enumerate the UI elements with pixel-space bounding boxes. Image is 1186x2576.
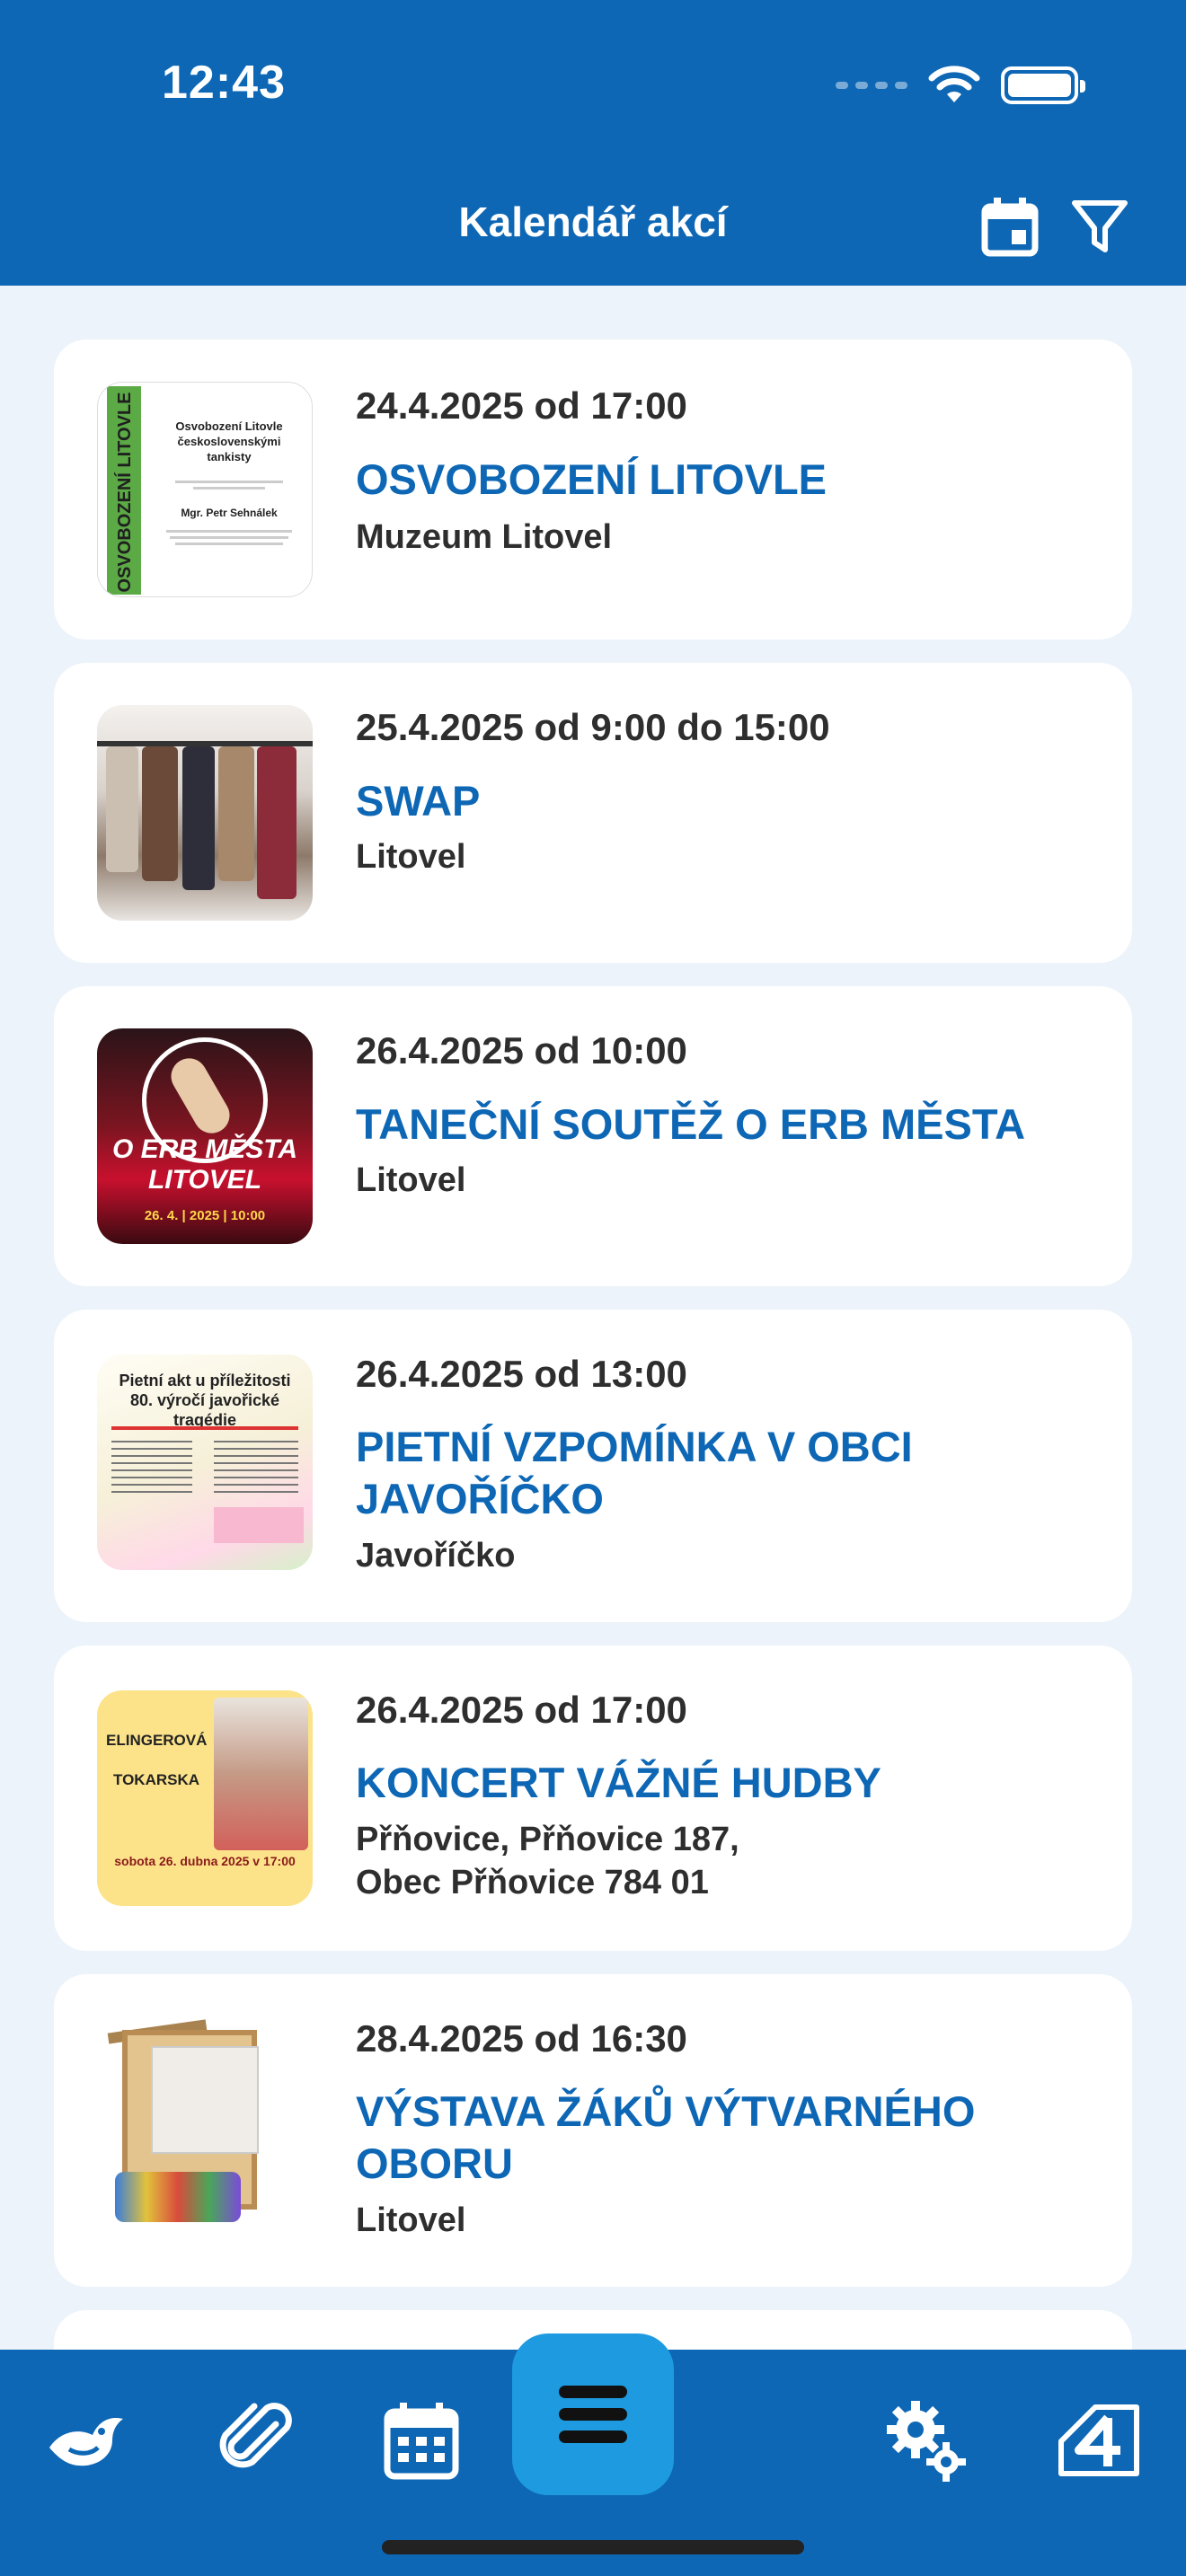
event-thumbnail: OSVOBOZENÍ LITOVLE Osvobození Litovle če…	[97, 382, 313, 597]
tab-calendar[interactable]	[372, 2391, 471, 2490]
wifi-icon	[928, 66, 980, 102]
event-title: KONCERT VÁŽNÉ HUDBY	[356, 1759, 881, 1806]
tab-four[interactable]	[1049, 2391, 1148, 2490]
event-date: 28.4.2025 od 16:30	[356, 2017, 687, 2060]
status-time: 12:43	[162, 57, 286, 109]
event-thumbnail: Pietní akt u příležitosti 80. výročí jav…	[97, 1354, 313, 1570]
event-card[interactable]: OSVOBOZENÍ LITOVLE Osvobození Litovle če…	[54, 340, 1132, 640]
event-place: Přňovice, Přňovice 187, Obec Přňovice 78…	[356, 1821, 739, 1901]
event-date: 24.4.2025 od 17:00	[356, 384, 687, 427]
event-date: 26.4.2025 od 13:00	[356, 1353, 687, 1395]
bird-logo-icon	[49, 2417, 123, 2466]
menu-button[interactable]	[512, 2333, 674, 2495]
event-title: SWAP	[356, 777, 481, 825]
event-card[interactable]: 28.4.2025 od 16:30 VÝSTAVA ŽÁKŮ VÝTVARNÉ…	[54, 1974, 1132, 2287]
four-logo-icon	[1058, 2404, 1139, 2476]
thumb-side-text: OSVOBOZENÍ LITOVLE	[115, 392, 135, 593]
event-date: 26.4.2025 od 10:00	[356, 1029, 687, 1072]
event-card[interactable]: 25.4.2025 od 9:00 do 15:00 SWAP Litovel	[54, 663, 1132, 963]
event-place: Javoříčko	[356, 1537, 516, 1575]
signal-icon	[836, 82, 907, 89]
event-title: PIETNÍ VZPOMÍNKA V OBCI JAVOŘÍČKO	[356, 1423, 913, 1522]
event-title: TANEČNÍ SOUTĚŽ O ERB MĚSTA	[356, 1100, 1026, 1148]
event-date: 25.4.2025 od 9:00 do 15:00	[356, 706, 830, 748]
battery-icon	[1001, 66, 1085, 104]
status-icons	[836, 65, 1085, 106]
event-card[interactable]: ELINGEROVÁ TOKARSKA sobota 26. dubna 202…	[54, 1645, 1132, 1951]
tab-attachments[interactable]	[207, 2391, 305, 2490]
event-thumbnail	[97, 2019, 313, 2235]
event-card[interactable]: O ERB MĚSTA LITOVEL 26. 4. | 2025 | 10:0…	[54, 986, 1132, 1286]
event-thumbnail: ELINGEROVÁ TOKARSKA sobota 26. dubna 202…	[97, 1690, 313, 1906]
event-card[interactable]: Pietní akt u příležitosti 80. výročí jav…	[54, 1310, 1132, 1622]
settings-icon	[887, 2401, 966, 2482]
event-title: VÝSTAVA ŽÁKŮ VÝTVARNÉHO OBORU	[356, 2087, 976, 2187]
event-place: Muzeum Litovel	[356, 518, 613, 556]
home-indicator	[382, 2540, 804, 2554]
event-place: Litovel	[356, 2201, 466, 2239]
event-place: Litovel	[356, 838, 466, 876]
event-thumbnail: O ERB MĚSTA LITOVEL 26. 4. | 2025 | 10:0…	[97, 1028, 313, 1244]
calendar-icon	[384, 2403, 459, 2480]
nav-header: Kalendář akcí	[0, 171, 1186, 286]
calendar-icon	[981, 198, 1039, 257]
event-place: Litovel	[356, 1161, 466, 1199]
tab-home[interactable]	[38, 2391, 137, 2490]
tab-settings[interactable]	[877, 2391, 976, 2490]
event-title: OSVOBOZENÍ LITOVLE	[356, 455, 828, 503]
menu-icon	[559, 2386, 627, 2443]
filter-icon	[1072, 200, 1128, 252]
paperclip-icon	[219, 2403, 292, 2468]
filter-button[interactable]	[1067, 194, 1132, 259]
calendar-button[interactable]	[978, 194, 1042, 259]
status-bar: 12:43	[0, 0, 1186, 171]
event-date: 26.4.2025 od 17:00	[356, 1689, 687, 1731]
event-thumbnail	[97, 705, 313, 921]
